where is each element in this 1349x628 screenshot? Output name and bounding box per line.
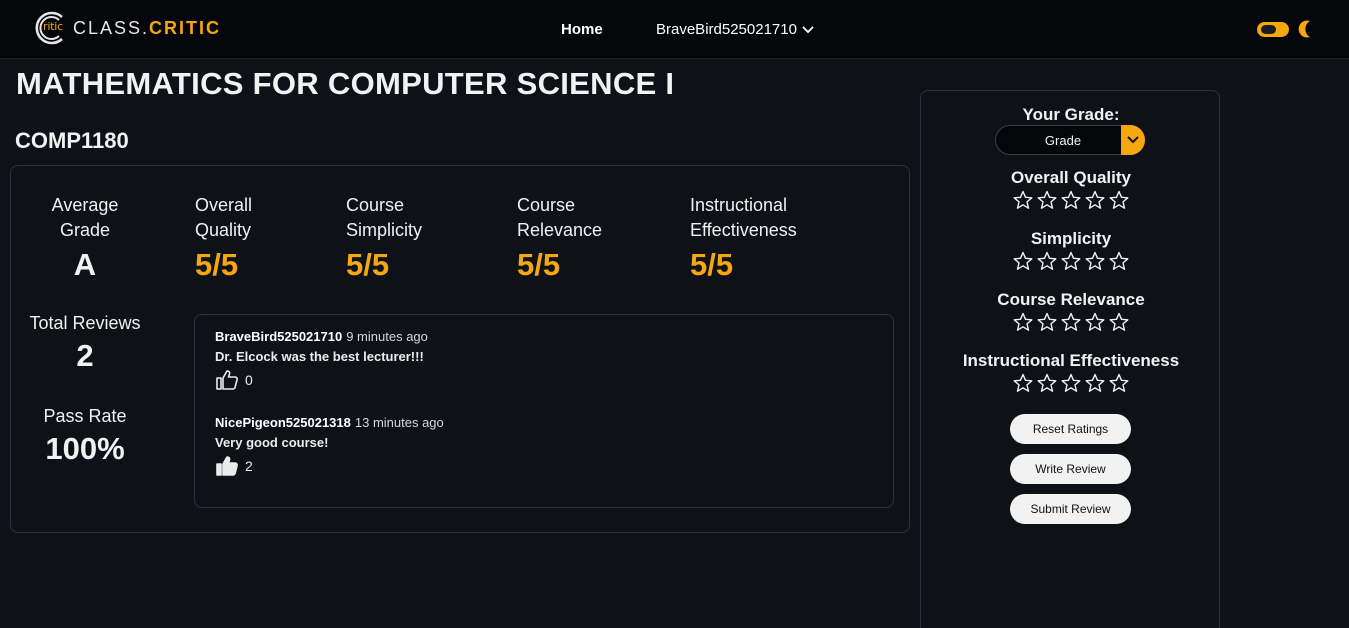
submit-review-button[interactable]: Submit Review [1010, 494, 1131, 524]
stat-value: 5/5 [346, 247, 390, 282]
course-code: COMP1180 [15, 128, 129, 153]
brand-name-b: CRITIC [149, 17, 222, 38]
star-outline-icon[interactable] [1013, 190, 1033, 210]
star-outline-icon[interactable] [1037, 312, 1057, 332]
stat-course-relevance: Course Relevance 5/5 [517, 193, 602, 283]
reviews-list: BraveBird525021710 9 minutes ago Dr. Elco… [194, 314, 894, 508]
review-header: BraveBird525021710 9 minutes ago [215, 329, 428, 344]
star-outline-icon[interactable] [1013, 312, 1033, 332]
your-grade-label: Your Grade: [1022, 105, 1120, 124]
write-review-button[interactable]: Write Review [1010, 454, 1131, 484]
star-outline-icon[interactable] [1037, 373, 1057, 393]
star-outline-icon[interactable] [1109, 312, 1129, 332]
star-outline-icon[interactable] [1013, 251, 1033, 271]
review-likes: 2 [215, 455, 444, 477]
stat-label: Grade [59, 220, 111, 240]
like-count: 2 [245, 458, 253, 474]
star-outline-icon[interactable] [1037, 251, 1057, 271]
logo[interactable]: ritic CLASS.CRITIC [32, 8, 221, 48]
course-title: MATHEMATICS FOR COMPUTER SCIENCE I [16, 66, 675, 101]
star-outline-icon[interactable] [1037, 190, 1057, 210]
star-outline-icon[interactable] [1085, 373, 1105, 393]
star-outline-icon[interactable] [1061, 373, 1081, 393]
chevron-down-icon [1127, 136, 1139, 144]
theme-toggle[interactable] [1257, 22, 1289, 37]
stat-average-grade: Average Grade A [35, 193, 135, 283]
stat-label: Simplicity [346, 220, 423, 240]
review-header: NicePigeon525021318 13 minutes ago [215, 415, 444, 430]
review-text: Very good course! [215, 435, 329, 450]
user-menu[interactable]: BraveBird525021710 [656, 21, 814, 38]
review-item: NicePigeon525021318 13 minutes ago Very g… [215, 415, 444, 477]
review-time: 13 minutes ago [354, 415, 444, 430]
rating-label-instructional-effectiveness: Instructional Effectiveness [962, 351, 1180, 370]
review-text: Dr. Elcock was the best lecturer!!! [215, 349, 424, 364]
stat-label: Instructional [690, 195, 788, 215]
review-time: 9 minutes ago [346, 329, 428, 344]
stat-value: 2 [76, 338, 94, 373]
reset-ratings-button[interactable]: Reset Ratings [1010, 414, 1131, 444]
star-outline-icon[interactable] [1061, 312, 1081, 332]
logo-text: CLASS.CRITIC [73, 18, 221, 39]
star-outline-icon[interactable] [1085, 312, 1105, 332]
stat-label: Total Reviews [29, 313, 141, 333]
grade-dropdown-button[interactable] [1121, 125, 1145, 155]
star-outline-icon[interactable] [1109, 190, 1129, 210]
nav-home-link[interactable]: Home [561, 21, 603, 38]
stat-label: Overall [195, 195, 253, 215]
review-likes: 0 [215, 369, 428, 391]
stat-label: Quality [195, 220, 252, 240]
star-rating-instructional-effectiveness[interactable] [921, 373, 1221, 393]
star-outline-icon[interactable] [1061, 190, 1081, 210]
moon-icon[interactable] [1297, 19, 1317, 39]
stat-value: 5/5 [690, 247, 734, 282]
review-username[interactable]: NicePigeon525021318 [215, 415, 351, 430]
star-outline-icon[interactable] [1061, 251, 1081, 271]
thumbs-up-icon[interactable] [215, 455, 239, 477]
stat-value: 5/5 [517, 247, 561, 282]
rating-label-overall-quality: Overall Quality [1011, 168, 1131, 187]
star-outline-icon[interactable] [1109, 373, 1129, 393]
star-outline-icon[interactable] [1109, 251, 1129, 271]
star-rating-simplicity[interactable] [921, 251, 1221, 271]
review-username[interactable]: BraveBird525021710 [215, 329, 342, 344]
stat-value: 5/5 [195, 247, 239, 282]
stat-course-simplicity: Course Simplicity 5/5 [346, 193, 422, 283]
rating-label-simplicity: Simplicity [1030, 229, 1112, 248]
rating-panel: Your Grade: Grade Overall Quality Simpli… [920, 90, 1220, 628]
navbar: ritic CLASS.CRITIC Home BraveBird5250217… [0, 0, 1349, 59]
grade-select-value: Grade [1044, 133, 1082, 148]
user-menu-label: BraveBird525021710 [656, 21, 797, 38]
stat-label: Course [346, 195, 405, 215]
stat-label: Effectiveness [690, 220, 797, 240]
like-count: 0 [245, 372, 253, 388]
star-rating-overall-quality[interactable] [921, 190, 1221, 210]
review-item: BraveBird525021710 9 minutes ago Dr. Elco… [215, 329, 428, 391]
stat-pass-rate: Pass Rate 100% [15, 404, 155, 467]
star-rating-course-relevance[interactable] [921, 312, 1221, 332]
stat-value: A [73, 247, 97, 282]
stat-label: Pass Rate [43, 406, 127, 426]
stat-label: Course [517, 195, 576, 215]
stat-instructional-effectiveness: Instructional Effectiveness 5/5 [690, 193, 797, 283]
stat-overall-quality: Overall Quality 5/5 [195, 193, 252, 283]
star-outline-icon[interactable] [1013, 373, 1033, 393]
stat-label: Relevance [517, 220, 603, 240]
star-outline-icon[interactable] [1085, 190, 1105, 210]
brand-name-a: CLASS. [73, 17, 150, 38]
grade-select[interactable]: Grade [995, 125, 1145, 155]
toggle-knob [1261, 25, 1276, 34]
logo-mark-text: ritic [43, 20, 63, 33]
chevron-down-icon [802, 25, 814, 33]
stat-value: 100% [45, 431, 125, 466]
stat-total-reviews: Total Reviews 2 [15, 311, 155, 374]
stat-label: Average [51, 195, 119, 215]
c-ring-logo-icon: ritic [32, 9, 70, 47]
rating-label-course-relevance: Course Relevance [997, 290, 1145, 309]
thumbs-up-icon[interactable] [215, 369, 239, 391]
star-outline-icon[interactable] [1085, 251, 1105, 271]
